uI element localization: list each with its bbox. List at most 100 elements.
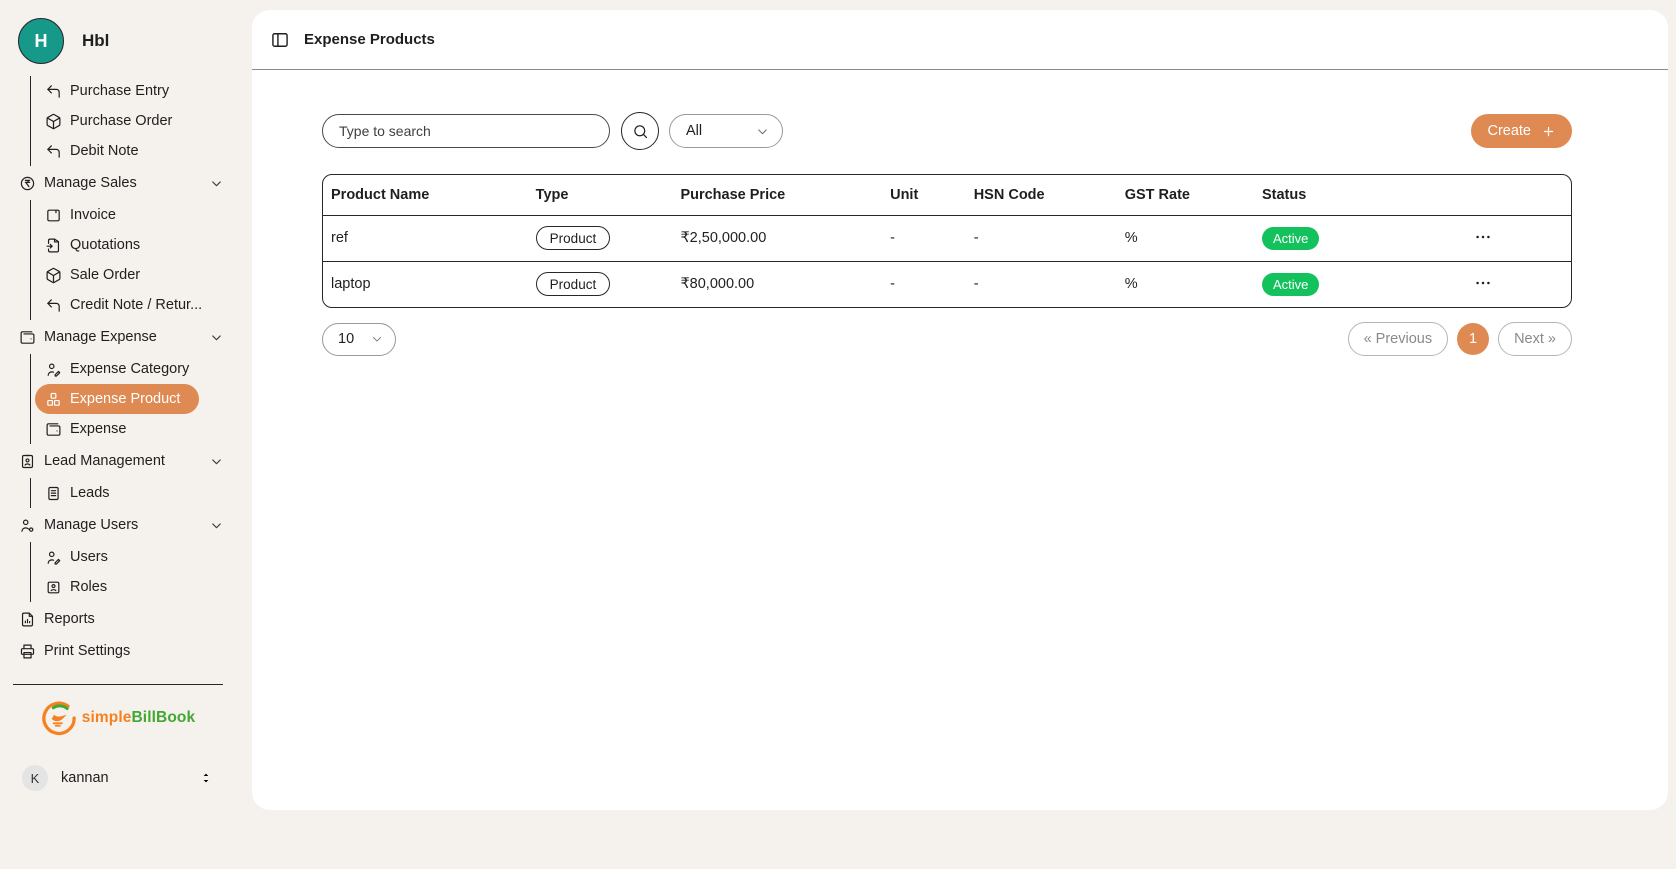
chevron-down-icon: [209, 176, 224, 191]
sidebar-item-label: Users: [70, 549, 108, 565]
cell-actions: [1395, 215, 1571, 261]
search-input[interactable]: [322, 114, 610, 148]
cell-hsn-code: -: [966, 261, 1117, 307]
cell-unit: -: [882, 215, 966, 261]
page-size-select[interactable]: 10: [322, 323, 396, 356]
ellipsis-icon: [1473, 273, 1493, 293]
chevron-down-icon: [209, 518, 224, 533]
sidebar-item-expense[interactable]: Expense: [31, 414, 236, 444]
type-filter-select[interactable]: All: [669, 114, 783, 148]
sidebar-item-manage-sales[interactable]: Manage Sales: [0, 168, 236, 198]
sidebar-item-quotations[interactable]: Quotations: [31, 230, 236, 260]
sidebar-item-expense-category[interactable]: Expense Category: [31, 354, 236, 384]
cell-status: Active: [1254, 261, 1395, 307]
sidebar-item-leads[interactable]: Leads: [31, 478, 236, 508]
file-chart-icon: [19, 611, 36, 628]
sidebar-item-expense-product[interactable]: Expense Product: [35, 384, 199, 414]
row-actions-button[interactable]: [1470, 225, 1496, 251]
printer-icon: [19, 643, 36, 660]
cell-type: Product: [528, 215, 673, 261]
invoice-icon: [45, 207, 62, 224]
sidebar-item-invoice[interactable]: Invoice: [31, 200, 236, 230]
sidebar-item-purchase-order[interactable]: Purchase Order: [31, 106, 236, 136]
workspace-name: Hbl: [82, 31, 109, 51]
sidebar-item-print-settings[interactable]: Print Settings: [0, 636, 236, 666]
sidebar-item-sale-order[interactable]: Sale Order: [31, 260, 236, 290]
next-page-button[interactable]: Next »: [1498, 322, 1572, 356]
file-input-icon: [45, 237, 62, 254]
user-menu[interactable]: K kannan: [0, 765, 236, 869]
sidebar-nav: Purchase Entry Purchase Order Debit Note Ma…: [0, 76, 236, 668]
sidebar-item-label: Expense: [70, 421, 126, 437]
wallet-icon: [45, 421, 62, 438]
toolbar: All Create: [322, 112, 1572, 150]
column-header-actions: [1395, 175, 1571, 215]
column-header-purchase-price: Purchase Price: [672, 175, 882, 215]
sidebar-item-credit-note-retur[interactable]: Credit Note / Retur...: [31, 290, 236, 320]
page-size-value: 10: [338, 331, 354, 347]
sidebar-item-label: Manage Users: [44, 517, 138, 533]
current-page-button[interactable]: 1: [1457, 323, 1489, 355]
status-badge: Active: [1262, 273, 1319, 296]
cell-actions: [1395, 261, 1571, 307]
sidebar-item-label: Sale Order: [70, 267, 140, 283]
sidebar-item-users[interactable]: Users: [31, 542, 236, 572]
sidebar-item-lead-management[interactable]: Lead Management: [0, 446, 236, 476]
sidebar-item-label: Invoice: [70, 207, 116, 223]
app-logo: simpleBillBook: [0, 700, 236, 736]
page-title: Expense Products: [304, 31, 435, 48]
cell-gst-rate: %: [1117, 215, 1254, 261]
column-header-unit: Unit: [882, 175, 966, 215]
create-button[interactable]: Create: [1471, 114, 1572, 148]
corner-up-left-icon: [45, 143, 62, 160]
cell-type: Product: [528, 261, 673, 307]
cell-gst-rate: %: [1117, 261, 1254, 307]
plus-icon: [1541, 124, 1556, 139]
sidebar-item-reports[interactable]: Reports: [0, 604, 236, 634]
sidebar-item-purchase-entry[interactable]: Purchase Entry: [31, 76, 236, 106]
sidebar-item-roles[interactable]: Roles: [31, 572, 236, 602]
ellipsis-icon: [1473, 227, 1493, 247]
chevron-down-icon: [209, 454, 224, 469]
sidebar-toggle-button[interactable]: [270, 30, 290, 50]
app-logo-text: simpleBillBook: [82, 709, 195, 727]
sidebar-divider: [13, 684, 223, 685]
sidebar-item-debit-note[interactable]: Debit Note: [31, 136, 236, 166]
sidebar-item-label: Leads: [70, 485, 110, 501]
boxes-icon: [45, 391, 62, 408]
sidebar-item-label: Purchase Entry: [70, 83, 169, 99]
page-header: Expense Products: [252, 10, 1668, 70]
previous-page-button[interactable]: « Previous: [1348, 322, 1449, 356]
chevron-down-icon: [209, 330, 224, 345]
sidebar-subgroup: Purchase Entry Purchase Order Debit Note: [30, 76, 236, 166]
sidebar-item-label: Roles: [70, 579, 107, 595]
sidebar: H Hbl Purchase Entry Purchase Order Debit …: [0, 0, 236, 869]
corner-up-left-icon: [45, 83, 62, 100]
main-panel: Expense Products All Create: [252, 10, 1668, 810]
sidebar-item-manage-users[interactable]: Manage Users: [0, 510, 236, 540]
search-icon: [632, 123, 649, 140]
column-header-type: Type: [528, 175, 673, 215]
table-row: refProduct₹2,50,000.00--%Active: [323, 215, 1571, 261]
sidebar-item-label: Purchase Order: [70, 113, 172, 129]
page-content: All Create Product NameTypePurchase Pric…: [252, 70, 1668, 356]
coin-rupee-icon: [19, 175, 36, 192]
sidebar-item-label: Quotations: [70, 237, 140, 253]
chevron-down-icon: [755, 124, 770, 139]
type-badge: Product: [536, 226, 611, 250]
id-card-icon: [19, 453, 36, 470]
sidebar-item-label: Lead Management: [44, 453, 165, 469]
column-header-hsn-code: HSN Code: [966, 175, 1117, 215]
row-actions-button[interactable]: [1470, 271, 1496, 297]
panel-left-icon: [270, 30, 290, 50]
sidebar-item-label: Manage Expense: [44, 329, 157, 345]
user-avatar: K: [22, 765, 48, 791]
search-button[interactable]: [621, 112, 659, 150]
sidebar-item-label: Reports: [44, 611, 95, 627]
id-badge-icon: [45, 579, 62, 596]
sidebar-item-label: Manage Sales: [44, 175, 137, 191]
workspace-avatar[interactable]: H: [18, 18, 64, 64]
chevrons-up-down-icon: [198, 770, 214, 786]
simplebillbook-logo-icon: [41, 700, 77, 736]
sidebar-item-manage-expense[interactable]: Manage Expense: [0, 322, 236, 352]
